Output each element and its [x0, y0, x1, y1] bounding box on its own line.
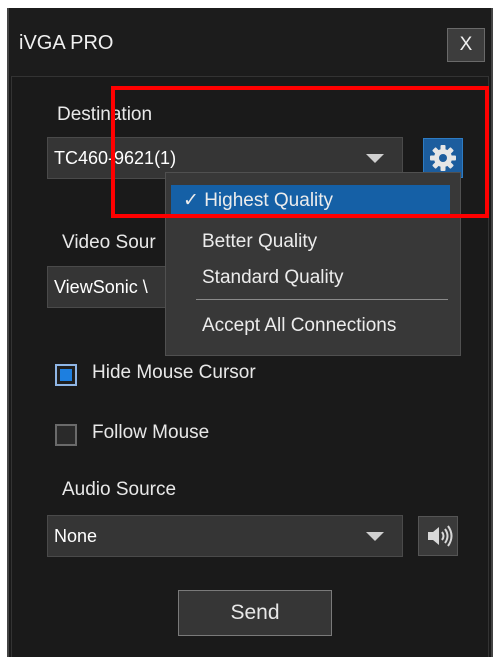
- chevron-down-icon: [366, 532, 384, 541]
- window-title: iVGA PRO: [19, 32, 114, 54]
- speaker-icon: [428, 525, 453, 547]
- hide-mouse-cursor-label: Hide Mouse Cursor: [92, 362, 256, 383]
- menu-item-highest-quality[interactable]: ✓ Highest Quality: [171, 185, 450, 217]
- menu-item-label: Highest Quality: [204, 190, 334, 211]
- audio-source-value: None: [54, 526, 98, 546]
- check-icon: ✓: [183, 190, 205, 211]
- close-button[interactable]: X: [447, 28, 485, 62]
- top-strip: [0, 0, 502, 8]
- video-source-value: ViewSonic \: [54, 277, 148, 297]
- menu-item-label: Standard Quality: [202, 267, 344, 288]
- video-source-label: Video Sour: [62, 232, 156, 253]
- menu-item-accept-all-connections[interactable]: Accept All Connections: [166, 310, 460, 342]
- send-button[interactable]: Send: [178, 590, 332, 636]
- audio-button[interactable]: [418, 516, 458, 556]
- destination-label: Destination: [57, 104, 153, 125]
- follow-mouse-label: Follow Mouse: [92, 422, 210, 443]
- follow-mouse-checkbox[interactable]: [55, 424, 77, 446]
- hide-mouse-cursor-checkbox[interactable]: [55, 364, 77, 386]
- title-bar: iVGA PRO X: [9, 8, 491, 76]
- menu-separator: [196, 299, 448, 300]
- destination-value: TC460-9621(1): [54, 148, 177, 168]
- quality-menu: ✓ Highest Quality Better Quality Standar…: [165, 172, 461, 356]
- menu-item-label: Accept All Connections: [202, 315, 397, 336]
- menu-item-label: Better Quality: [202, 231, 318, 252]
- chevron-down-icon: [366, 154, 384, 163]
- audio-source-dropdown[interactable]: None: [47, 515, 403, 557]
- menu-item-better-quality[interactable]: Better Quality: [166, 226, 460, 258]
- menu-item-standard-quality[interactable]: Standard Quality: [166, 262, 460, 294]
- audio-source-label: Audio Source: [62, 479, 177, 500]
